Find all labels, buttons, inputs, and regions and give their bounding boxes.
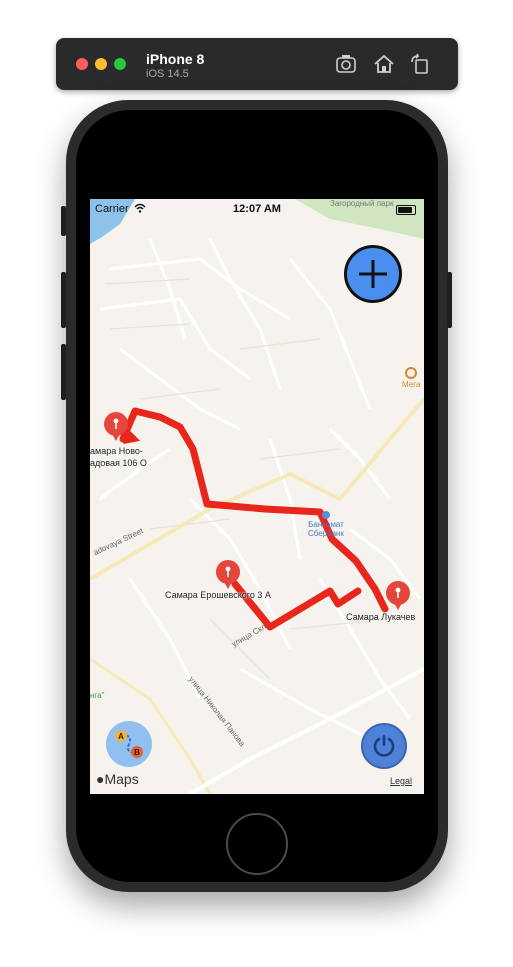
map-pin-icon[interactable] [103,412,129,442]
volume-down-button [61,344,66,400]
bank-icon [321,511,330,519]
zoom-window-button[interactable] [114,58,126,70]
power-icon [373,735,395,757]
pin-label-eroshevskogo: Самара Ерошевского 3 А [165,590,271,600]
rotate-icon[interactable] [408,52,432,76]
route-a-b-icon: A B [115,730,143,758]
add-button[interactable] [344,245,402,303]
map-pin-icon[interactable] [385,581,411,611]
maps-attribution: ●Maps [96,771,139,787]
pin-label-lukacheva: Самара Лукачев [346,612,416,622]
home-icon[interactable] [372,52,396,76]
poi-bank[interactable]: Банкомат Сбербанк [308,511,344,538]
svg-text:A: A [118,732,124,741]
phone-screen: Загородный парк Мега Банкомат Сбербанк a… [90,199,424,794]
power-button[interactable] [361,723,407,769]
street-label-park: нга" [90,691,105,700]
map-pin-icon[interactable] [215,560,241,590]
mute-switch [61,206,66,236]
status-time: 12:07 AM [233,203,281,215]
simulator-toolbar: iPhone 8 iOS 14.5 [56,38,458,90]
pin-label-novo-sadovaya: амара Ново- адовая 106 О [90,446,147,468]
poi-mega-icon [405,367,418,379]
battery-icon [396,205,416,215]
route-button[interactable]: A B [106,721,152,767]
major-road [90,397,424,581]
poi-mega-label: Мега [402,380,421,389]
home-button[interactable] [226,813,288,875]
poi-bank-label: Банкомат Сбербанк [308,520,344,538]
volume-up-button [61,272,66,328]
maps-label: Maps [104,771,139,787]
poi-mega[interactable]: Мега [402,367,420,389]
device-name: iPhone 8 [146,51,205,67]
legal-link[interactable]: Legal [390,776,412,786]
plus-icon [359,260,387,288]
svg-text:B: B [134,748,140,757]
os-version: iOS 14.5 [146,68,189,80]
screenshot-icon[interactable] [334,52,358,76]
minimize-window-button[interactable] [95,58,107,70]
status-bar: Carrier 12:07 AM [90,199,424,219]
power-side-button [447,272,452,328]
close-window-button[interactable] [76,58,88,70]
